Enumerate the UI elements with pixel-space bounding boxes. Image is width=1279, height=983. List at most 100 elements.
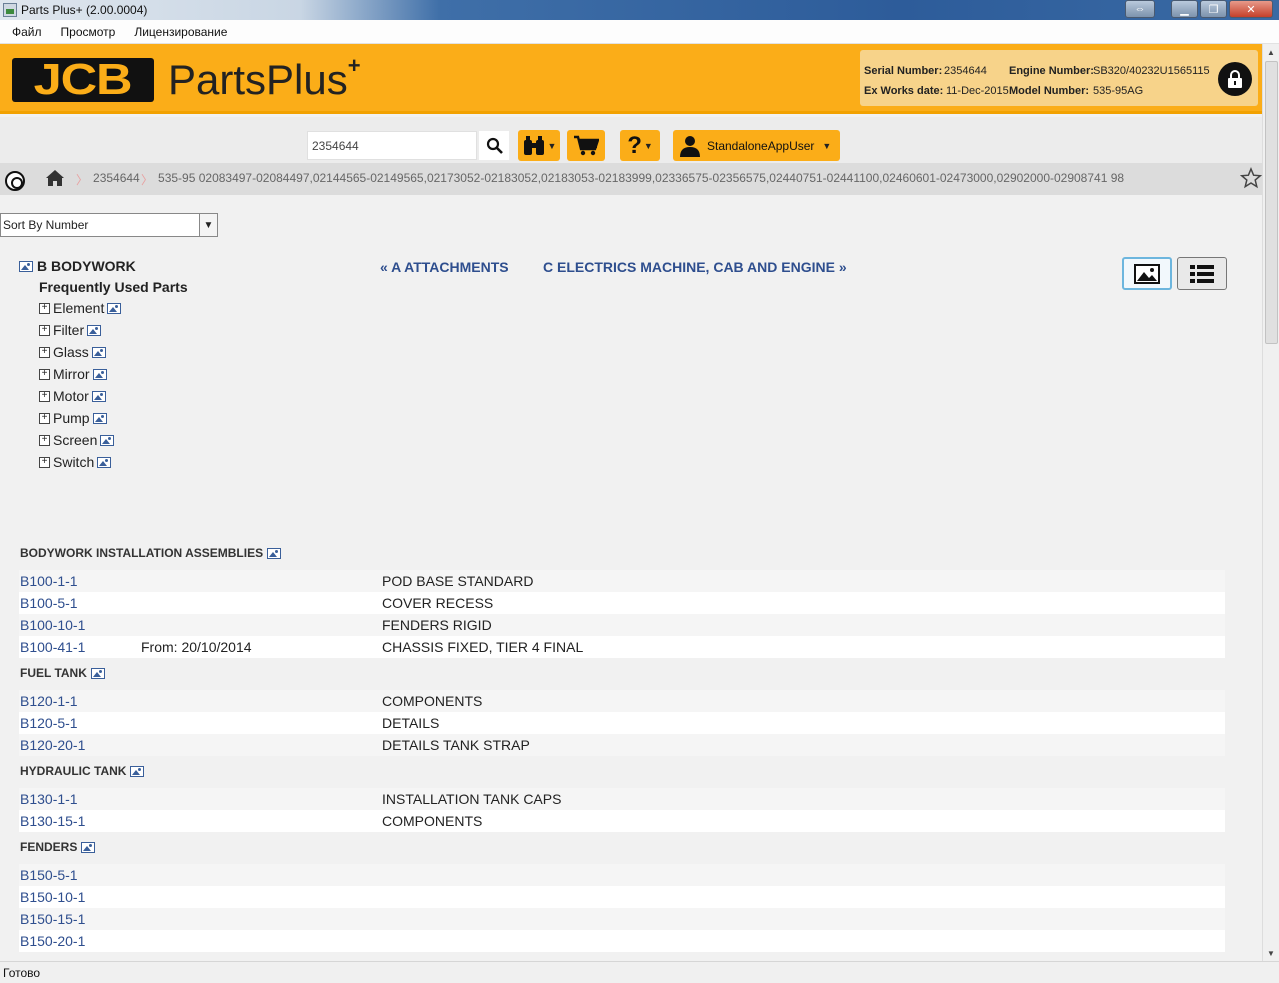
menu-view[interactable]: Просмотр <box>61 25 116 39</box>
tree-item-motor[interactable]: + Motor <box>39 388 106 404</box>
expand-icon[interactable]: + <box>39 390 50 402</box>
table-row[interactable]: B130-15-1 COMPONENTS <box>19 810 1225 832</box>
table-row[interactable]: B100-1-1 POD BASE STANDARD <box>19 570 1225 592</box>
part-code-link[interactable]: B120-20-1 <box>20 737 85 753</box>
table-row[interactable]: B100-10-1 FENDERS RIGID <box>19 614 1225 636</box>
table-row[interactable]: B150-10-1 <box>19 886 1225 908</box>
table-row[interactable]: B150-15-1 <box>19 908 1225 930</box>
image-icon[interactable] <box>107 302 122 314</box>
compass-icon[interactable] <box>5 171 25 191</box>
image-icon[interactable] <box>92 368 107 380</box>
part-code-link[interactable]: B130-1-1 <box>20 791 78 807</box>
advanced-search-button[interactable]: ▼ <box>518 130 560 161</box>
jcb-logo: JCB <box>12 58 154 102</box>
image-icon[interactable] <box>267 547 282 559</box>
tree-item-mirror[interactable]: + Mirror <box>39 366 107 382</box>
tree-item-filter[interactable]: + Filter <box>39 322 102 338</box>
expand-icon[interactable]: + <box>39 368 50 380</box>
cart-button[interactable] <box>567 130 605 161</box>
model-value: 535-95AG <box>1093 85 1144 97</box>
part-code-link[interactable]: B100-5-1 <box>20 595 78 611</box>
expand-icon[interactable]: + <box>39 412 50 424</box>
part-code-link[interactable]: B100-10-1 <box>20 617 85 633</box>
image-icon[interactable] <box>92 412 107 424</box>
expand-icon[interactable]: + <box>39 434 50 446</box>
search-button[interactable] <box>479 131 509 160</box>
menu-licensing[interactable]: Лицензирование <box>134 25 227 39</box>
image-icon[interactable] <box>87 324 102 336</box>
image-icon[interactable] <box>81 841 96 853</box>
part-code-link[interactable]: B100-1-1 <box>20 573 78 589</box>
list-view-button[interactable] <box>1177 257 1227 290</box>
section-title: B BODYWORK <box>19 258 136 274</box>
part-code-link[interactable]: B150-15-1 <box>20 911 85 927</box>
table-row[interactable]: B150-20-1 <box>19 930 1225 952</box>
close-button[interactable]: ✕ <box>1229 0 1273 18</box>
window-resize-button[interactable]: ⇔ <box>1125 0 1155 18</box>
sort-select[interactable]: Sort By Number ▼ <box>0 213 218 237</box>
table-row[interactable]: B120-1-1 COMPONENTS <box>19 690 1225 712</box>
minimize-button[interactable]: ▁ <box>1171 0 1198 18</box>
user-name: StandaloneAppUser <box>707 138 815 153</box>
part-code-link[interactable]: B120-1-1 <box>20 693 78 709</box>
serial-label: Serial Number: <box>864 65 943 77</box>
home-button[interactable] <box>45 169 65 190</box>
tree-item-glass[interactable]: + Glass <box>39 344 106 360</box>
expand-icon[interactable]: + <box>39 456 50 468</box>
image-icon[interactable] <box>97 456 112 468</box>
expand-icon[interactable]: + <box>39 302 50 314</box>
expand-icon[interactable]: + <box>39 346 50 358</box>
lock-button[interactable] <box>1218 62 1252 96</box>
breadcrumb-model-path[interactable]: 535-95 02083497-02084497,02144565-021495… <box>158 171 1124 188</box>
image-icon[interactable] <box>91 346 106 358</box>
part-code-link[interactable]: B150-20-1 <box>20 933 85 949</box>
exworks-label: Ex Works date: <box>864 85 944 97</box>
part-code-link[interactable]: B150-10-1 <box>20 889 85 905</box>
next-section-link[interactable]: C ELECTRICS MACHINE, CAB AND ENGINE » <box>543 259 847 275</box>
scroll-up-arrow[interactable]: ▲ <box>1263 44 1279 60</box>
image-icon[interactable] <box>100 434 115 446</box>
frequently-used-heading: Frequently Used Parts <box>39 279 188 295</box>
image-icon[interactable] <box>90 667 105 679</box>
breadcrumb: 〉 2354644 〉 535-95 02083497-02084497,02144… <box>0 163 1262 195</box>
part-code-link[interactable]: B100-41-1 <box>20 639 85 655</box>
group-title: HYDRAULIC TANK <box>20 764 145 778</box>
image-icon[interactable] <box>91 390 106 402</box>
status-bar: Готово <box>0 961 1279 983</box>
scroll-down-arrow[interactable]: ▼ <box>1263 945 1279 961</box>
tree-item-pump[interactable]: + Pump <box>39 410 107 426</box>
prev-section-link[interactable]: « A ATTACHMENTS <box>380 259 509 275</box>
search-input[interactable]: 2354644 <box>307 131 477 160</box>
scroll-thumb[interactable] <box>1265 61 1278 344</box>
star-icon <box>1239 167 1262 189</box>
help-button[interactable]: ? ▼ <box>620 130 660 161</box>
group-title: BODYWORK INSTALLATION ASSEMBLIES <box>20 546 282 560</box>
vertical-scrollbar[interactable]: ▲ ▼ <box>1262 44 1279 961</box>
maximize-button[interactable]: ❐ <box>1200 0 1227 18</box>
user-menu-button[interactable]: StandaloneAppUser ▼ <box>673 130 840 161</box>
expand-icon[interactable]: + <box>39 324 50 336</box>
chevron-down-icon: ▼ <box>822 140 832 151</box>
status-text: Готово <box>3 966 41 980</box>
table-row[interactable]: B120-5-1 DETAILS <box>19 712 1225 734</box>
table-row[interactable]: B100-41-1 From: 20/10/2014 CHASSIS FIXED, … <box>19 636 1225 658</box>
part-code-link[interactable]: B130-15-1 <box>20 813 85 829</box>
image-icon[interactable] <box>130 765 145 777</box>
menu-file[interactable]: Файл <box>12 25 42 39</box>
tree-item-element[interactable]: + Element <box>39 300 122 316</box>
table-row[interactable]: B100-5-1 COVER RECESS <box>19 592 1225 614</box>
part-code-link[interactable]: B150-5-1 <box>20 867 78 883</box>
user-icon <box>680 135 700 157</box>
favorite-button[interactable] <box>1239 167 1262 192</box>
header-banner: JCB PartsPlus+ Serial Number: 2354644 En… <box>0 44 1262 114</box>
chevron-down-icon[interactable]: ▼ <box>199 214 217 236</box>
tree-item-screen[interactable]: + Screen <box>39 432 115 448</box>
image-icon[interactable] <box>19 260 33 272</box>
table-row[interactable]: B150-5-1 <box>19 864 1225 886</box>
part-code-link[interactable]: B120-5-1 <box>20 715 78 731</box>
tree-item-switch[interactable]: + Switch <box>39 454 112 470</box>
breadcrumb-serial[interactable]: 2354644 <box>93 171 140 188</box>
table-row[interactable]: B130-1-1 INSTALLATION TANK CAPS <box>19 788 1225 810</box>
table-row[interactable]: B120-20-1 DETAILS TANK STRAP <box>19 734 1225 756</box>
image-view-button[interactable] <box>1122 257 1172 290</box>
